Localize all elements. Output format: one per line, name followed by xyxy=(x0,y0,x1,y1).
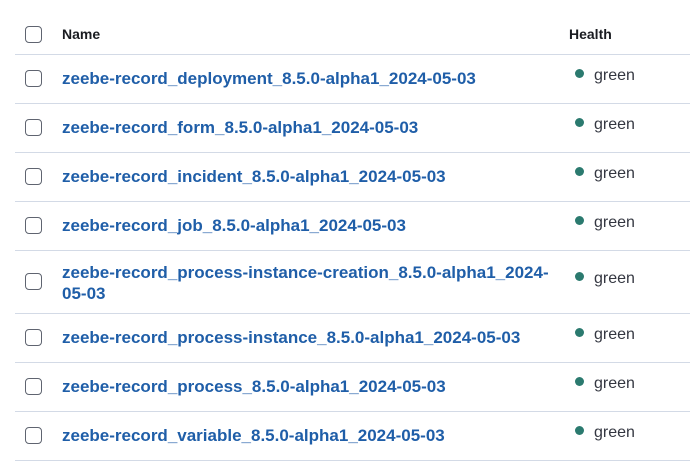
health-status-text: green xyxy=(594,165,635,182)
row-checkbox[interactable] xyxy=(25,273,42,290)
health-cell: green xyxy=(575,424,635,442)
health-status-dot-icon xyxy=(575,167,584,176)
index-name-link[interactable]: zeebe-record_process-instance-creation_8… xyxy=(62,262,552,304)
row-checkbox[interactable] xyxy=(25,329,42,346)
index-name-link[interactable]: zeebe-record_process-instance_8.5.0-alph… xyxy=(62,327,552,348)
health-cell: green xyxy=(575,326,635,344)
health-status-dot-icon xyxy=(575,69,584,78)
table-row: zeebe-record_job_8.5.0-alpha1_2024-05-03… xyxy=(15,202,690,251)
index-name-link[interactable]: zeebe-record_process_8.5.0-alpha1_2024-0… xyxy=(62,376,552,397)
health-status-dot-icon xyxy=(575,216,584,225)
table-row: zeebe-record_process-instance_8.5.0-alph… xyxy=(15,314,690,363)
health-status-text: green xyxy=(594,116,635,133)
health-status-dot-icon xyxy=(575,272,584,281)
health-cell: green xyxy=(575,270,635,288)
health-status-dot-icon xyxy=(575,118,584,127)
health-status-text: green xyxy=(594,326,635,343)
index-name-link[interactable]: zeebe-record_form_8.5.0-alpha1_2024-05-0… xyxy=(62,117,552,138)
health-cell: green xyxy=(575,67,635,85)
table-header: Name Health xyxy=(15,13,690,55)
index-name-link[interactable]: zeebe-record_deployment_8.5.0-alpha1_202… xyxy=(62,68,552,89)
health-status-text: green xyxy=(594,67,635,84)
row-checkbox[interactable] xyxy=(25,217,42,234)
table-row: zeebe-record_process-instance-creation_8… xyxy=(15,251,690,314)
health-status-dot-icon xyxy=(575,377,584,386)
column-header-name[interactable]: Name xyxy=(62,26,100,42)
table-row: zeebe-record_process_8.5.0-alpha1_2024-0… xyxy=(15,363,690,412)
table-row: zeebe-record_form_8.5.0-alpha1_2024-05-0… xyxy=(15,104,690,153)
health-cell: green xyxy=(575,165,635,183)
health-status-text: green xyxy=(594,424,635,441)
health-status-dot-icon xyxy=(575,426,584,435)
health-cell: green xyxy=(575,116,635,134)
table-row: zeebe-record_deployment_8.5.0-alpha1_202… xyxy=(15,55,690,104)
health-status-dot-icon xyxy=(575,328,584,337)
health-status-text: green xyxy=(594,214,635,231)
health-status-text: green xyxy=(594,375,635,392)
row-checkbox[interactable] xyxy=(25,427,42,444)
health-status-text: green xyxy=(594,270,635,287)
health-cell: green xyxy=(575,214,635,232)
health-cell: green xyxy=(575,375,635,393)
row-checkbox[interactable] xyxy=(25,119,42,136)
index-name-link[interactable]: zeebe-record_incident_8.5.0-alpha1_2024-… xyxy=(62,166,552,187)
column-header-health[interactable]: Health xyxy=(569,26,612,42)
table-row: zeebe-record_incident_8.5.0-alpha1_2024-… xyxy=(15,153,690,202)
select-all-checkbox[interactable] xyxy=(25,26,42,43)
table-row: zeebe-record_variable_8.5.0-alpha1_2024-… xyxy=(15,412,690,461)
row-checkbox[interactable] xyxy=(25,168,42,185)
index-name-link[interactable]: zeebe-record_job_8.5.0-alpha1_2024-05-03 xyxy=(62,215,552,236)
index-name-link[interactable]: zeebe-record_variable_8.5.0-alpha1_2024-… xyxy=(62,425,552,446)
row-checkbox[interactable] xyxy=(25,70,42,87)
index-table: Name Health zeebe-record_deployment_8.5.… xyxy=(0,0,690,476)
row-checkbox[interactable] xyxy=(25,378,42,395)
